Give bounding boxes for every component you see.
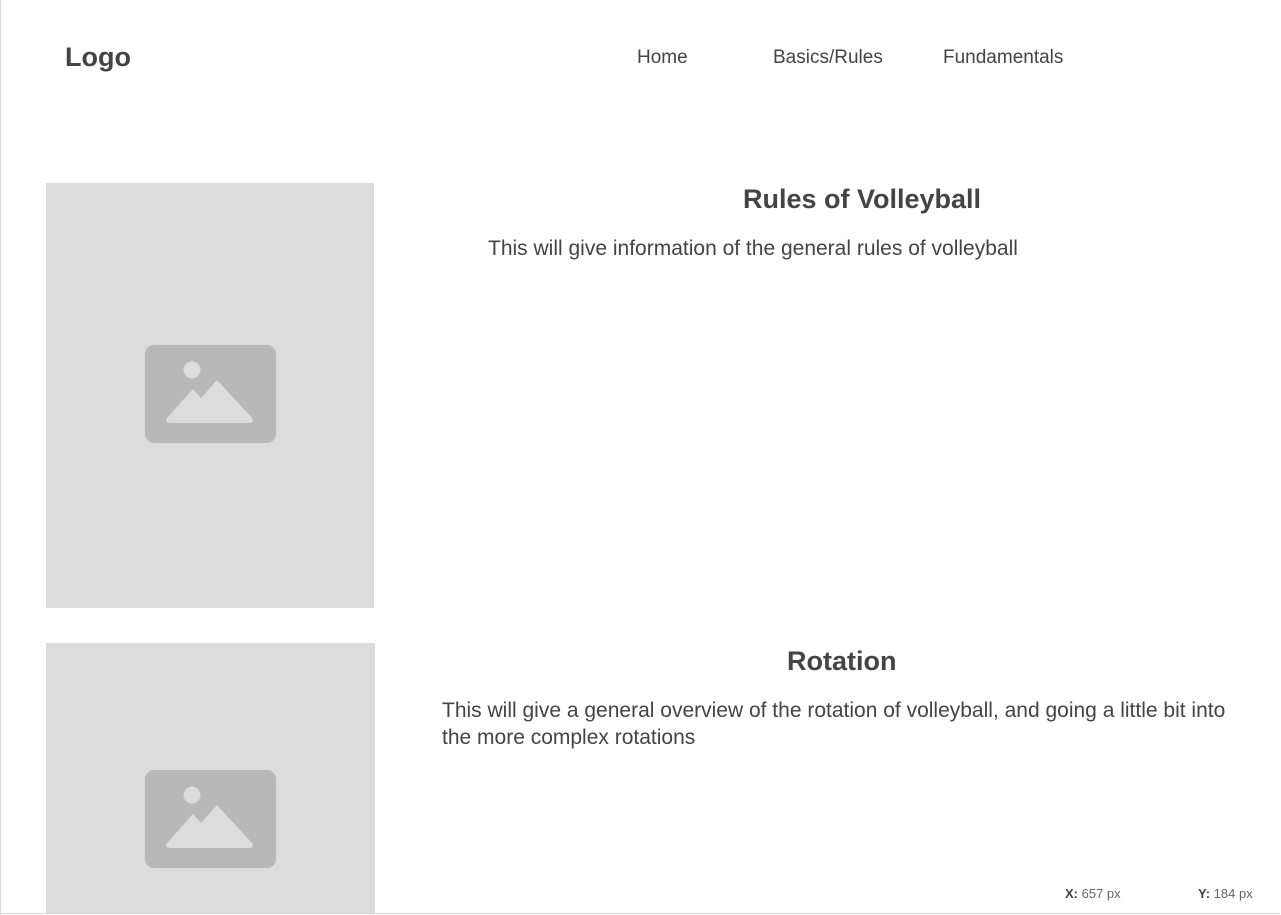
x-coordinate-readout: X: 657 px (1065, 886, 1121, 901)
section-text-rules: This will give information of the genera… (488, 237, 1018, 260)
rotation-image-placeholder (46, 643, 375, 913)
y-coordinate-value: 184 px (1213, 886, 1253, 901)
x-coordinate-value: 657 px (1081, 886, 1121, 901)
logo[interactable]: Logo (65, 42, 131, 73)
x-coordinate-label: X: (1065, 886, 1078, 901)
nav-basics-rules-link[interactable]: Basics/Rules (773, 47, 883, 69)
rules-image-placeholder (46, 183, 374, 608)
y-coordinate-label: Y: (1198, 886, 1211, 901)
nav-home-link[interactable]: Home (637, 47, 688, 69)
image-placeholder-icon (145, 770, 276, 868)
section-title-rules: Rules of Volleyball (743, 184, 982, 214)
section-text-rotation: This will give a general overview of the… (442, 699, 1226, 749)
wireframe-canvas: Logo Home Basics/Rules Fundamentals Rule… (0, 0, 1280, 914)
image-placeholder-icon (145, 345, 276, 443)
nav-fundamentals-link[interactable]: Fundamentals (943, 47, 1063, 69)
section-title-rotation: Rotation (787, 646, 897, 676)
y-coordinate-readout: Y: 184 px (1198, 886, 1253, 901)
